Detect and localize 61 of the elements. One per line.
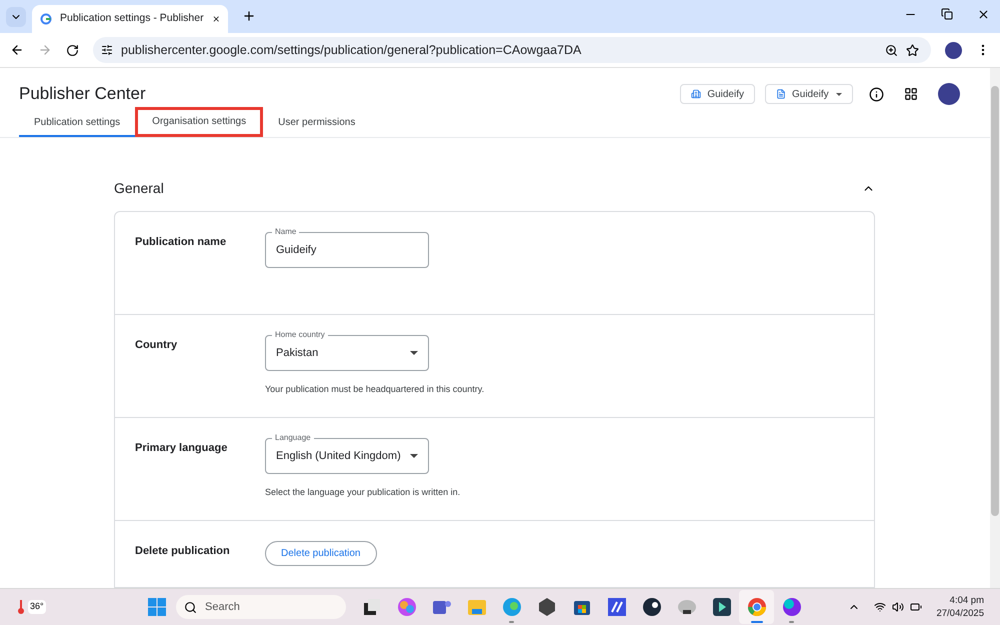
clock-time: 4:04 pm — [950, 594, 984, 607]
field-value: Guideify — [276, 242, 316, 258]
delete-button[interactable]: Delete publication — [265, 541, 376, 566]
address-bar[interactable]: publishercenter.google.com/settings/publication/general?publication=CAowgaa7DA — [93, 37, 931, 63]
tab-search-button[interactable] — [6, 7, 26, 27]
document-icon — [776, 89, 786, 100]
scrollbar[interactable] — [990, 68, 1000, 588]
info-icon[interactable] — [869, 86, 884, 102]
app-icon[interactable] — [676, 597, 696, 617]
search-icon — [184, 600, 197, 614]
tab[interactable]: User permissions — [263, 109, 370, 137]
url-text: publishercenter.google.com/settings/publication/general?publication=CAowgaa7DA — [121, 42, 582, 59]
profile-avatar[interactable] — [938, 83, 960, 106]
field-label: Name — [272, 226, 300, 237]
caret-icon — [836, 92, 842, 96]
building-icon — [691, 89, 702, 100]
tab[interactable]: Organisation settings — [137, 109, 262, 135]
reload-icon[interactable] — [66, 44, 79, 56]
site-settings-icon[interactable] — [101, 44, 113, 56]
app-icon[interactable] — [642, 597, 662, 617]
publication-dropdown[interactable]: Guideify — [765, 84, 853, 104]
windows-start-icon[interactable] — [148, 598, 166, 616]
app-icon[interactable] — [362, 597, 382, 617]
row-label: Primary language — [135, 441, 228, 456]
profile-avatar[interactable] — [945, 42, 962, 58]
close-icon[interactable] — [977, 8, 990, 21]
restore-icon[interactable] — [941, 8, 953, 20]
zoom-icon[interactable] — [885, 44, 898, 56]
app-icon[interactable] — [606, 597, 626, 617]
taskbar-search-field[interactable]: Search — [176, 595, 346, 619]
clock-date: 27/04/2025 — [936, 607, 984, 620]
app-icon[interactable] — [712, 597, 732, 617]
row-label: Delete publication — [135, 544, 231, 559]
app-icon[interactable] — [536, 597, 556, 617]
field-label: Home country — [272, 329, 328, 340]
field-label: Language — [272, 432, 314, 443]
app-title: Publisher Center — [19, 83, 147, 106]
weather-temperature[interactable]: 36° — [28, 600, 46, 614]
bookmark-star-icon[interactable] — [906, 44, 919, 56]
field-value: English (United Kingdom) — [276, 448, 401, 464]
search-placeholder: Search — [205, 600, 240, 615]
apps-grid-icon[interactable] — [904, 87, 918, 102]
back-icon[interactable] — [10, 43, 24, 57]
browser-tab[interactable]: Publication settings - Publisher — [32, 5, 228, 33]
scrollbar-thumb[interactable] — [991, 86, 999, 516]
volume-icon[interactable] — [892, 601, 904, 613]
battery-icon[interactable] — [910, 601, 922, 613]
row-label: Country — [135, 338, 178, 353]
thermometer-icon — [16, 599, 26, 615]
organization-button[interactable]: Guideify — [680, 84, 755, 104]
tab[interactable]: Publication settings — [19, 109, 136, 137]
caret-icon — [410, 454, 418, 458]
field-value: Pakistan — [276, 346, 318, 361]
new-tab-icon[interactable] — [242, 9, 256, 23]
caret-icon — [410, 351, 418, 355]
taskbar-clock[interactable]: 4:04 pm 27/04/2025 — [936, 594, 984, 620]
help-text: Your publication must be headquartered in this country. — [265, 383, 484, 396]
tab-title: Publication settings - Publisher — [60, 11, 204, 26]
section-title: General — [114, 179, 165, 198]
row-label: Publication name — [135, 235, 228, 250]
help-text: Select the language your publication is written in. — [265, 486, 460, 499]
